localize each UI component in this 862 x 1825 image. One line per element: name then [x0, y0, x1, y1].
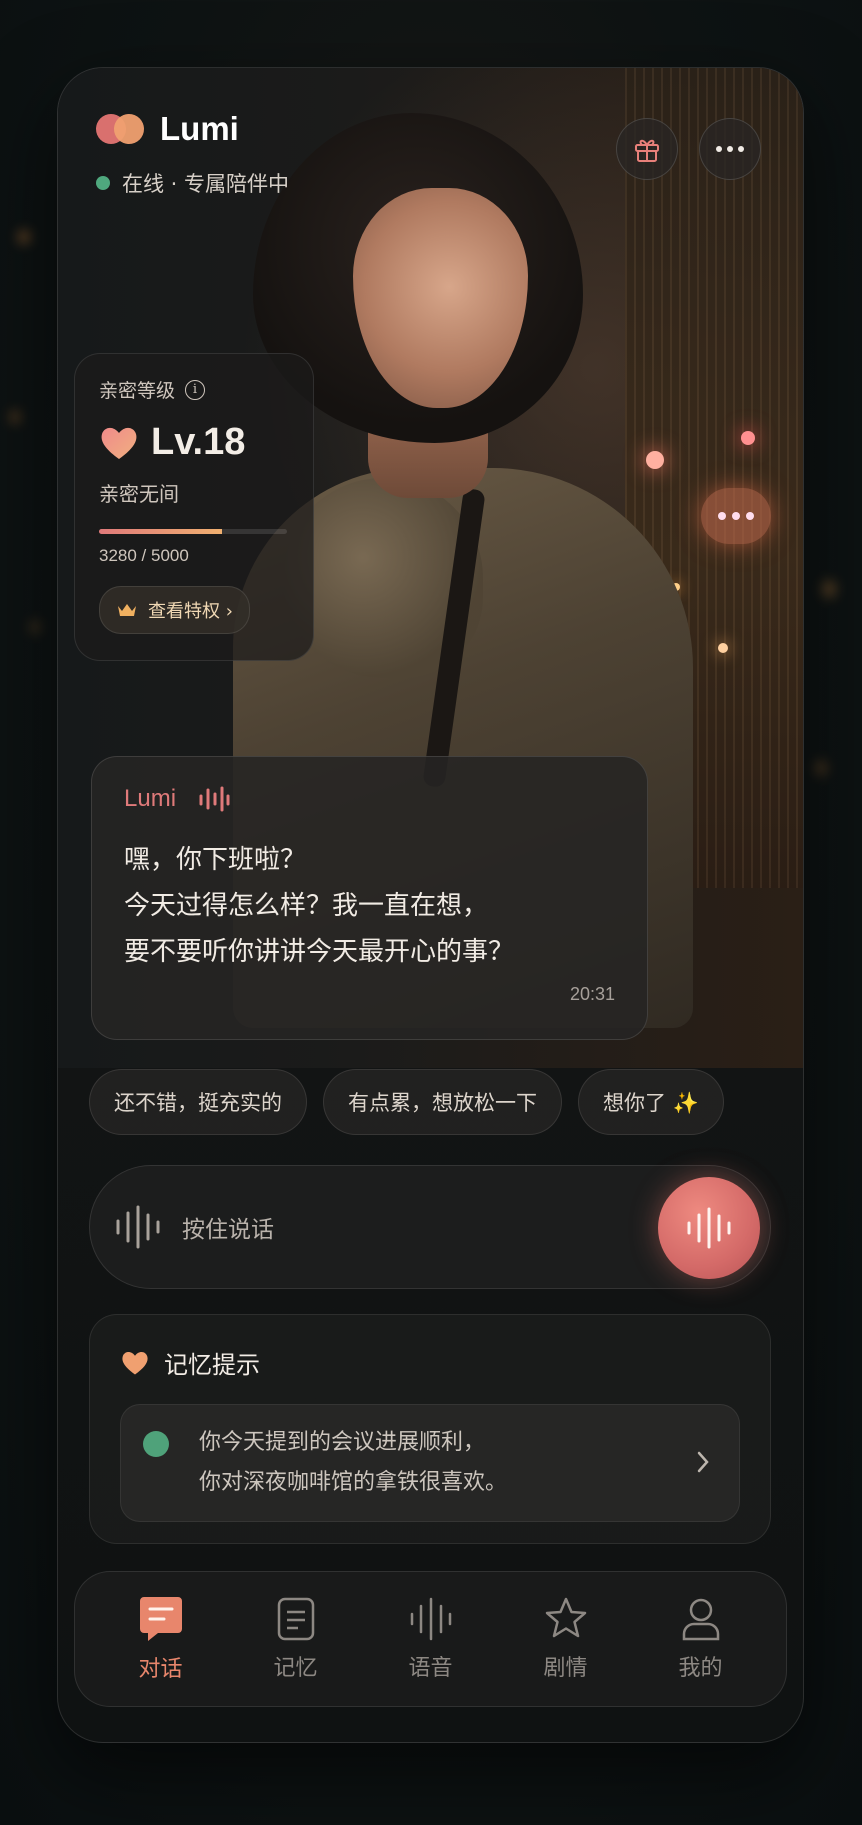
nav-item-chat[interactable]: 对话 — [106, 1595, 216, 1683]
message-sender: Lumi — [124, 785, 177, 812]
chat-icon — [139, 1597, 182, 1641]
intimacy-card: 亲密等级 i Lv.18 亲密无间 3280 / 5000 查看特权 › — [74, 353, 314, 661]
message-time: 20:31 — [569, 984, 615, 1004]
app-screen: Lumi 在线 · 专属陪伴中 亲密等级 i Lv.18 亲密无间 3280 /… — [57, 67, 804, 1743]
waveform-icon — [116, 1205, 160, 1249]
memory-title-row: 记忆提示 — [120, 1345, 740, 1380]
bottom-nav: 对话 记忆 语音 剧情 我的 — [74, 1571, 787, 1707]
status-text: 在线 · 专属陪伴中 — [122, 172, 290, 196]
record-voice-button[interactable] — [658, 1177, 760, 1279]
waveform-icon — [687, 1207, 731, 1249]
gift-icon — [635, 139, 659, 162]
nav-label: 语音 — [408, 1656, 453, 1681]
heart-icon — [101, 427, 137, 459]
intimacy-description: 亲密无间 — [99, 482, 179, 506]
nav-item-profile[interactable]: 我的 — [646, 1596, 756, 1682]
message-line: 今天过得怎么样？我一直在想， — [124, 891, 489, 921]
quick-replies: 还不错，挺充实的 有点累，想放松一下 想你了 ✨ — [89, 1069, 724, 1135]
chat-bubble-glow-icon — [701, 488, 771, 544]
nav-label: 对话 — [138, 1657, 183, 1682]
memory-text: 你今天提到的会议进展顺利， 你对深夜咖啡馆的拿铁很喜欢。 — [199, 1423, 507, 1503]
chevron-right-icon — [697, 1451, 709, 1473]
more-button[interactable] — [699, 118, 761, 180]
voice-play-icon[interactable] — [198, 786, 230, 812]
intimacy-level: Lv.18 — [151, 421, 246, 463]
more-icon — [716, 146, 744, 152]
message-line: 嘿，你下班啦？ — [124, 845, 307, 875]
view-perks-label: 查看特权 › — [148, 601, 233, 622]
nav-label: 我的 — [678, 1656, 723, 1681]
memory-card: 记忆提示 你今天提到的会议进展顺利， 你对深夜咖啡馆的拿铁很喜欢。 — [89, 1314, 771, 1544]
app-brand: Lumi — [96, 110, 239, 148]
intimacy-progress-bar — [99, 529, 287, 534]
intimacy-points: 3280 / 5000 — [99, 546, 189, 565]
intimacy-label: 亲密等级 — [99, 380, 176, 402]
quick-reply-chip[interactable]: 有点累，想放松一下 — [323, 1069, 562, 1135]
logo-icon — [96, 114, 146, 144]
info-icon[interactable]: i — [185, 379, 206, 400]
app-name: Lumi — [160, 110, 239, 147]
profile-icon — [682, 1598, 719, 1641]
memory-line: 你对深夜咖啡馆的拿铁很喜欢。 — [199, 1470, 508, 1495]
waveform-icon — [410, 1597, 451, 1641]
nav-item-memory[interactable]: 记忆 — [241, 1596, 351, 1682]
voice-hint: 按住说话 — [182, 1217, 274, 1243]
heart-icon — [122, 1351, 148, 1375]
nav-label: 剧情 — [543, 1656, 588, 1681]
message-sender-row: Lumi — [124, 785, 615, 813]
gift-button[interactable] — [616, 118, 678, 180]
nav-label: 记忆 — [273, 1656, 318, 1681]
memory-dot-icon — [143, 1431, 169, 1457]
online-dot-icon — [96, 176, 110, 190]
voice-input-bar[interactable]: 按住说话 — [89, 1165, 771, 1289]
message-text: 嘿，你下班啦？ 今天过得怎么样？我一直在想， 要不要听你讲讲今天最开心的事？ — [124, 837, 615, 975]
star-icon — [545, 1597, 586, 1638]
memory-title: 记忆提示 — [164, 1351, 260, 1379]
nav-item-story[interactable]: 剧情 — [511, 1596, 621, 1682]
quick-reply-chip[interactable]: 还不错，挺充实的 — [89, 1069, 307, 1135]
notes-icon — [277, 1597, 314, 1641]
quick-reply-chip[interactable]: 想你了 ✨ — [578, 1069, 724, 1135]
level-row: Lv.18 — [99, 421, 289, 464]
memory-line: 你今天提到的会议进展顺利， — [199, 1430, 486, 1455]
memory-item[interactable]: 你今天提到的会议进展顺利， 你对深夜咖啡馆的拿铁很喜欢。 — [120, 1404, 740, 1522]
online-status: 在线 · 专属陪伴中 — [96, 168, 289, 198]
message-line: 要不要听你讲讲今天最开心的事？ — [124, 937, 515, 967]
nav-item-voice[interactable]: 语音 — [376, 1596, 486, 1682]
view-perks-button[interactable]: 查看特权 › — [99, 586, 250, 634]
intimacy-progress-fill — [99, 529, 223, 534]
crown-icon — [118, 604, 136, 616]
message-card: Lumi 嘿，你下班啦？ 今天过得怎么样？我一直在想， 要不要听你讲讲今天最开心… — [91, 756, 648, 1040]
intimacy-label-row: 亲密等级 i — [99, 376, 289, 403]
